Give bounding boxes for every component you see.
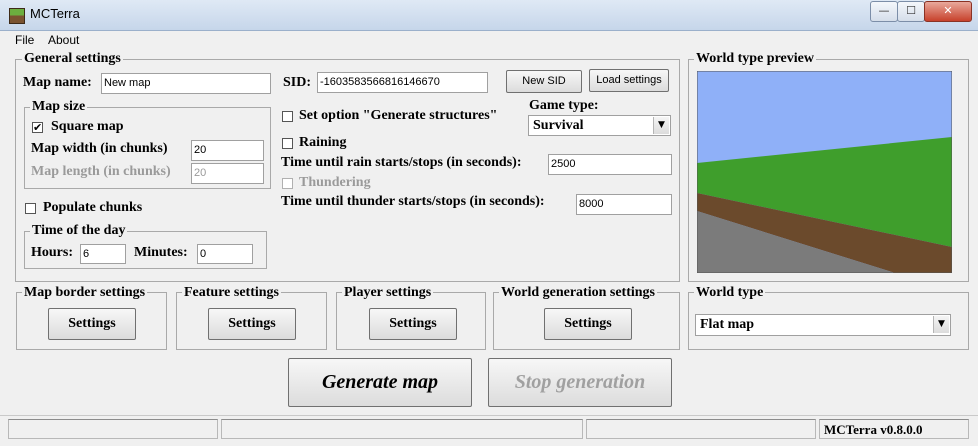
rain-time-input[interactable]: 2500 — [548, 154, 672, 175]
status-bar: MCTerra v0.8.0.0 — [0, 415, 978, 446]
status-cell-3 — [586, 419, 816, 439]
world-preview-image — [697, 71, 952, 273]
populate-chunks-checkbox[interactable] — [25, 203, 36, 214]
title-bar: MCTerra — ☐ ✕ — [0, 0, 978, 31]
player-settings-legend: Player settings — [342, 285, 434, 301]
time-of-day-legend: Time of the day — [30, 223, 128, 239]
general-settings-legend: General settings — [22, 51, 123, 67]
feature-settings-button[interactable]: Settings — [208, 308, 296, 340]
status-cell-1 — [8, 419, 218, 439]
load-settings-button[interactable]: Load settings — [589, 69, 669, 92]
dropdown-arrow-icon: ▼ — [933, 316, 949, 333]
world-type-value: Flat map — [700, 317, 755, 332]
map-name-input[interactable]: New map — [101, 73, 271, 94]
preview-legend: World type preview — [694, 51, 816, 67]
dropdown-arrow-icon: ▼ — [653, 117, 669, 134]
thunder-time-input[interactable]: 8000 — [576, 194, 672, 215]
menu-bar: File About — [0, 31, 978, 49]
minimize-button[interactable]: — — [870, 1, 898, 22]
map-width-label: Map width (in chunks) — [31, 141, 168, 156]
minutes-input[interactable]: 0 — [197, 244, 253, 264]
map-border-settings-legend: Map border settings — [22, 285, 148, 301]
game-type-select[interactable]: Survival ▼ — [528, 115, 671, 136]
world-generation-settings-legend: World generation settings — [499, 285, 657, 301]
new-sid-button[interactable]: New SID — [506, 70, 582, 93]
populate-chunks-label: Populate chunks — [43, 200, 143, 215]
status-version: MCTerra v0.8.0.0 — [819, 419, 969, 439]
menu-about[interactable]: About — [48, 33, 79, 47]
generate-structures-checkbox[interactable] — [282, 111, 293, 122]
square-map-label: Square map — [51, 119, 124, 134]
raining-label: Raining — [299, 135, 347, 150]
stop-generation-button: Stop generation — [488, 358, 672, 407]
map-size-legend: Map size — [30, 99, 88, 115]
map-length-label: Map length (in chunks) — [31, 164, 171, 179]
game-type-value: Survival — [533, 118, 584, 133]
status-cell-2 — [221, 419, 583, 439]
game-type-label: Game type: — [529, 98, 599, 113]
hours-input[interactable]: 6 — [80, 244, 126, 264]
world-generation-settings-button[interactable]: Settings — [544, 308, 632, 340]
generate-structures-label: Set option "Generate structures" — [299, 108, 498, 123]
close-button[interactable]: ✕ — [924, 1, 972, 22]
map-border-settings-button[interactable]: Settings — [48, 308, 136, 340]
world-type-select[interactable]: Flat map ▼ — [695, 314, 951, 336]
maximize-button[interactable]: ☐ — [897, 1, 925, 22]
app-icon — [9, 8, 25, 24]
sid-input[interactable]: -1603583566816146670 — [317, 72, 488, 93]
minutes-label: Minutes: — [134, 245, 188, 260]
map-name-label: Map name: — [23, 75, 92, 90]
thundering-label: Thundering — [299, 175, 371, 190]
square-map-checkbox[interactable]: ✔ — [32, 122, 43, 133]
generate-map-button[interactable]: Generate map — [288, 358, 472, 407]
player-settings-button[interactable]: Settings — [369, 308, 457, 340]
map-width-input[interactable]: 20 — [191, 140, 264, 161]
window-title: MCTerra — [30, 6, 80, 21]
feature-settings-legend: Feature settings — [182, 285, 281, 301]
thundering-checkbox — [282, 178, 293, 189]
raining-checkbox[interactable] — [282, 138, 293, 149]
world-type-legend: World type — [694, 285, 766, 301]
rain-time-label: Time until rain starts/stops (in seconds… — [281, 155, 522, 170]
sid-label: SID: — [283, 75, 312, 90]
menu-file[interactable]: File — [15, 33, 34, 47]
thunder-time-label: Time until thunder starts/stops (in seco… — [281, 194, 545, 209]
hours-label: Hours: — [31, 245, 73, 260]
map-length-input: 20 — [191, 163, 264, 184]
